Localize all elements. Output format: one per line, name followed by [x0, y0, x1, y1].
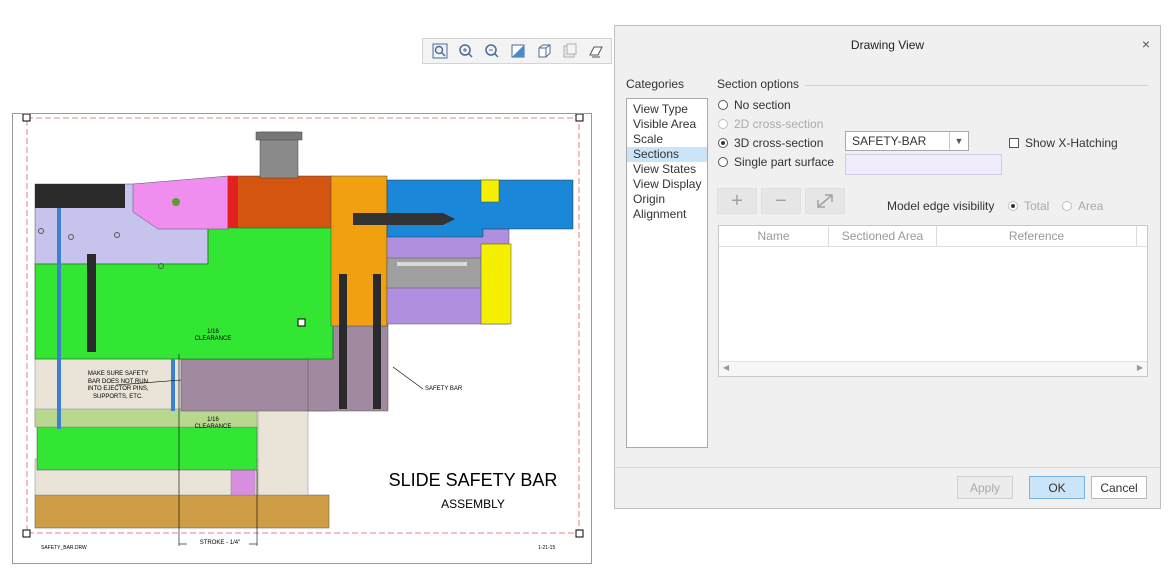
- single-part-surface-label: Single part surface: [734, 155, 835, 169]
- display-style-icon[interactable]: [585, 41, 607, 61]
- model-edge-visibility-label: Model edge visibility: [887, 199, 995, 213]
- table-header-divider: [719, 246, 1147, 247]
- plus-icon: +: [731, 189, 743, 212]
- cancel-button[interactable]: Cancel: [1091, 476, 1147, 499]
- drawing-filename: SAFETY_BAR.DRW: [41, 545, 87, 551]
- drawing-title: SLIDE SAFETY BAR: [388, 470, 558, 490]
- section-select[interactable]: SAFETY-BAR ▼: [845, 131, 969, 151]
- total-radio[interactable]: [1008, 201, 1018, 211]
- scroll-right-icon[interactable]: ▶: [1137, 363, 1143, 372]
- categories-label: Categories: [626, 77, 685, 91]
- view-orientation-icon[interactable]: [533, 41, 555, 61]
- category-sections[interactable]: Sections: [627, 147, 707, 162]
- drawing-sheet[interactable]: 1/16 CLEARANCE 1/16 CLEARANCE MAKE SURE …: [12, 113, 592, 564]
- close-icon[interactable]: ×: [1142, 36, 1150, 52]
- drawing-view-dialog: Drawing View × Categories View Type Visi…: [614, 25, 1161, 509]
- category-origin[interactable]: Origin: [627, 192, 707, 207]
- 2d-cross-section-radio[interactable]: [718, 119, 728, 129]
- single-part-surface-input[interactable]: [845, 154, 1002, 175]
- drawing-date: 1-21-15: [538, 545, 556, 551]
- category-alignment[interactable]: Alignment: [627, 207, 707, 222]
- clearance-note-bottom: 1/16 CLEARANCE: [194, 417, 232, 430]
- stroke-dimension: STROKE - 1/4": [199, 540, 241, 546]
- sections-table[interactable]: Name Sectioned Area Reference ◀ ▶: [718, 225, 1148, 377]
- category-view-states[interactable]: View States: [627, 162, 707, 177]
- table-horizontal-scrollbar[interactable]: ◀ ▶: [719, 361, 1147, 376]
- column-reference[interactable]: Reference: [937, 226, 1137, 246]
- scroll-left-icon[interactable]: ◀: [723, 363, 729, 372]
- 2d-cross-section-label: 2D cross-section: [734, 117, 824, 131]
- flip-arrows-icon: [817, 194, 833, 208]
- section-options-divider: [805, 85, 1148, 86]
- section-options-label: Section options: [717, 77, 800, 91]
- zoom-out-icon[interactable]: [481, 41, 503, 61]
- add-section-button[interactable]: +: [717, 188, 757, 214]
- repaint-icon[interactable]: [507, 41, 529, 61]
- zoom-fit-icon[interactable]: [429, 41, 451, 61]
- no-section-radio[interactable]: [718, 100, 728, 110]
- single-part-surface-radio[interactable]: [718, 157, 728, 167]
- show-x-hatching-checkbox[interactable]: [1009, 138, 1019, 148]
- apply-button[interactable]: Apply: [957, 476, 1013, 499]
- 3d-cross-section-radio[interactable]: [718, 138, 728, 148]
- 3d-cross-section-label: 3D cross-section: [734, 136, 824, 150]
- column-sectioned-area[interactable]: Sectioned Area: [829, 226, 937, 246]
- safety-bar-note: SAFETY BAR: [425, 386, 463, 392]
- clearance-note-top: 1/16 CLEARANCE: [194, 329, 232, 342]
- no-section-label: No section: [734, 98, 791, 112]
- drawing-subtitle: ASSEMBLY: [441, 497, 505, 511]
- remove-section-button[interactable]: −: [761, 188, 801, 214]
- area-label: Area: [1078, 199, 1104, 213]
- category-visible-area[interactable]: Visible Area: [627, 117, 707, 132]
- zoom-in-icon[interactable]: [455, 41, 477, 61]
- view-toolbar: [422, 38, 612, 64]
- category-view-display[interactable]: View Display: [627, 177, 707, 192]
- make-sure-note: MAKE SURE SAFETY BAR DOES NOT RUN INTO E…: [87, 371, 149, 400]
- minus-icon: −: [775, 189, 787, 212]
- dialog-title: Drawing View: [615, 26, 1160, 64]
- categories-list: View Type Visible Area Scale Sections Vi…: [626, 98, 708, 448]
- saved-views-icon[interactable]: [559, 41, 581, 61]
- flip-section-button[interactable]: [805, 188, 845, 214]
- total-label: Total: [1024, 199, 1050, 213]
- dialog-footer-divider: [615, 467, 1160, 468]
- show-x-hatching-label: Show X-Hatching: [1025, 136, 1118, 150]
- category-view-type[interactable]: View Type: [627, 102, 707, 117]
- area-radio[interactable]: [1062, 201, 1072, 211]
- chevron-down-icon: ▼: [949, 132, 968, 150]
- category-scale[interactable]: Scale: [627, 132, 707, 147]
- ok-button[interactable]: OK: [1029, 476, 1085, 499]
- section-select-value: SAFETY-BAR: [852, 134, 927, 148]
- column-name[interactable]: Name: [719, 226, 829, 246]
